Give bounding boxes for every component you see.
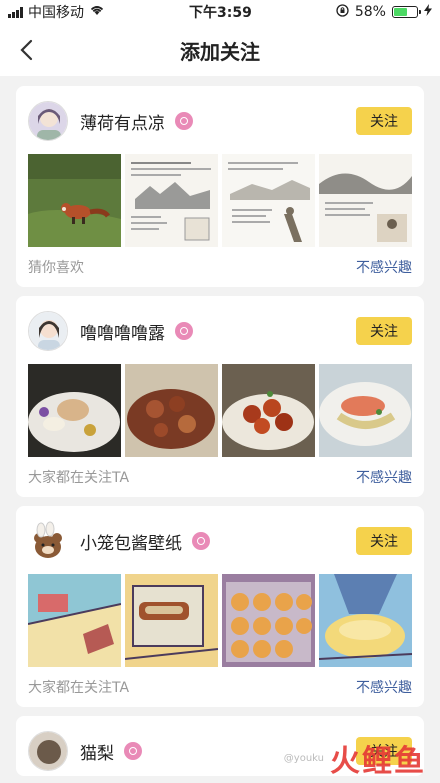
- charging-icon: [423, 4, 432, 20]
- post-thumbnail[interactable]: [28, 154, 121, 247]
- message-icon[interactable]: [175, 112, 193, 130]
- user-name[interactable]: 噜噜噜噜露: [80, 319, 165, 344]
- message-icon[interactable]: [175, 322, 193, 340]
- user-name[interactable]: 小笼包酱壁纸: [80, 529, 182, 554]
- user-card: 薄荷有点凉 关注 猜你喜欢 不感兴趣: [16, 86, 424, 287]
- post-thumbnail[interactable]: [319, 154, 412, 247]
- status-bar: 中国移动 下午3:59 58%: [0, 0, 440, 24]
- not-interested-link[interactable]: 不感兴趣: [356, 257, 412, 277]
- chevron-left-icon: [20, 39, 33, 61]
- nav-bar: 添加关注: [0, 24, 440, 76]
- recommend-reason: 大家都在关注TA: [28, 680, 130, 696]
- orientation-lock-icon: [336, 3, 349, 21]
- post-thumbnail[interactable]: [125, 574, 218, 667]
- user-name[interactable]: 猫梨: [80, 739, 114, 764]
- post-thumbnail[interactable]: [125, 364, 218, 457]
- battery-percent: 58%: [354, 4, 386, 20]
- avatar[interactable]: [28, 521, 68, 561]
- post-thumbnail[interactable]: [28, 574, 121, 667]
- follow-button[interactable]: 关注: [356, 317, 412, 345]
- post-thumbnail[interactable]: [222, 154, 315, 247]
- watermark: @youku 火鲤鱼: [284, 733, 426, 783]
- avatar[interactable]: [28, 311, 68, 351]
- post-thumbnail[interactable]: [28, 364, 121, 457]
- clock: 下午3:59: [189, 5, 252, 21]
- post-thumbnail[interactable]: [222, 574, 315, 667]
- follow-button[interactable]: 关注: [356, 527, 412, 555]
- message-icon[interactable]: [124, 742, 142, 760]
- carrier-label: 中国移动: [28, 5, 84, 21]
- user-name[interactable]: 薄荷有点凉: [80, 109, 165, 134]
- user-card: 小笼包酱壁纸 关注 大家都在关注TA 不感兴趣: [16, 506, 424, 707]
- follow-button[interactable]: 关注: [356, 107, 412, 135]
- watermark-logo: 火鲤鱼: [330, 744, 426, 779]
- post-thumbnail[interactable]: [319, 574, 412, 667]
- watermark-text: @youku: [283, 752, 324, 764]
- post-thumbnail[interactable]: [222, 364, 315, 457]
- page-title: 添加关注: [180, 39, 260, 64]
- wifi-icon: [89, 4, 105, 20]
- not-interested-link[interactable]: 不感兴趣: [356, 467, 412, 487]
- signal-icon: [8, 6, 23, 18]
- recommend-reason: 猜你喜欢: [28, 260, 84, 276]
- message-icon[interactable]: [192, 532, 210, 550]
- recommend-reason: 大家都在关注TA: [28, 470, 130, 486]
- recommend-list: 薄荷有点凉 关注 猜你喜欢 不感兴趣 噜噜噜噜露 关注 大家都在关注TA 不感兴…: [0, 76, 440, 776]
- battery-icon: [391, 6, 421, 18]
- post-thumbnail[interactable]: [125, 154, 218, 247]
- avatar[interactable]: [28, 731, 68, 771]
- not-interested-link[interactable]: 不感兴趣: [356, 677, 412, 697]
- user-card: 噜噜噜噜露 关注 大家都在关注TA 不感兴趣: [16, 296, 424, 497]
- back-button[interactable]: [8, 32, 44, 68]
- avatar[interactable]: [28, 101, 68, 141]
- post-thumbnail[interactable]: [319, 364, 412, 457]
